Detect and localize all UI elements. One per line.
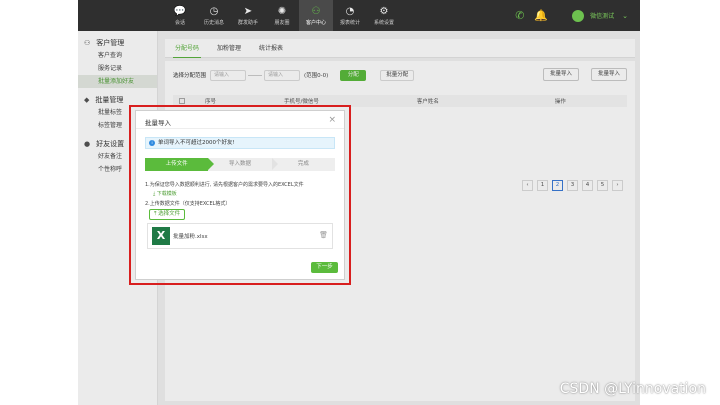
info-icon: i: [149, 140, 155, 146]
close-icon[interactable]: ×: [328, 115, 336, 125]
download-template-link[interactable]: ⤓ 下载模板: [153, 190, 177, 197]
modal-divider: [136, 128, 344, 129]
step-import-data: 导入数据: [208, 158, 279, 171]
instruction-1: 1.为保证您导入数据顺利进行, 请先根据客户的需求要导入的EXCEL文件: [145, 182, 304, 188]
import-steps: 上传文件 导入数据 完成: [145, 158, 335, 171]
nav-item-label: 报表统计: [339, 19, 360, 26]
next-step-button[interactable]: 下一步: [311, 262, 338, 273]
chat-icon: 💬: [173, 5, 187, 17]
chevron-down-icon[interactable]: ⌄: [622, 12, 628, 20]
choose-file-button[interactable]: ⤒ 选择文件: [149, 209, 186, 220]
batch-import-modal: 批量导入 × i 单词导入不可超过2000个好友! 上传文件 导入数据 完成 1…: [136, 111, 344, 279]
nav-item-label: 朋友圈: [274, 19, 290, 26]
trash-icon[interactable]: 🗑: [319, 231, 328, 239]
excel-file-icon: X: [152, 227, 170, 245]
top-right-area: ✆ 🔔 微信测试 ⌄: [515, 0, 640, 31]
main-nav: 💬 会话 ◷ 历史消息 ➤ 群发助手 ✺ 朋友圈 ⚇ 客户中心 ◔ 报表统计 ⚙ 系统设置: [163, 0, 401, 31]
nav-item-4[interactable]: ⚇ 客户中心: [299, 0, 333, 31]
nav-item-2[interactable]: ➤ 群发助手: [231, 0, 265, 31]
nav-item-1[interactable]: ◷ 历史消息: [197, 0, 231, 31]
file-name: 批量加粉.xlsx: [173, 234, 208, 240]
top-navigation-bar: 💬 会话 ◷ 历史消息 ➤ 群发助手 ✺ 朋友圈 ⚇ 客户中心 ◔ 报表统计 ⚙ 系统设置 ✆ 🔔 微信测…: [78, 0, 640, 31]
nav-item-0[interactable]: 💬 会话: [163, 0, 197, 31]
instruction-2: 2.上传数据文件（仅支持EXCEL格式）: [145, 201, 231, 207]
watermark: CSDN @LYinnovation: [559, 381, 706, 397]
avatar[interactable]: [572, 9, 585, 22]
nav-item-6[interactable]: ⚙ 系统设置: [367, 0, 401, 31]
nav-item-5[interactable]: ◔ 报表统计: [333, 0, 367, 31]
phone-icon[interactable]: ✆: [515, 9, 524, 22]
user-name[interactable]: 微信测试: [590, 11, 614, 20]
limit-notice-text: 单词导入不可超过2000个好友!: [158, 140, 235, 146]
chart-icon: ◔: [345, 5, 355, 17]
step-upload-file: 上传文件: [145, 158, 215, 171]
nav-item-label: 客户中心: [305, 19, 326, 26]
clock-icon: ◷: [209, 5, 219, 17]
modal-title: 批量导入: [145, 119, 171, 127]
aperture-icon: ✺: [277, 5, 287, 17]
nav-item-label: 群发助手: [237, 19, 258, 26]
nav-item-label: 系统设置: [373, 19, 394, 26]
nav-item-3[interactable]: ✺ 朋友圈: [265, 0, 299, 31]
bell-icon[interactable]: 🔔: [534, 9, 548, 22]
gear-icon: ⚙: [379, 5, 389, 17]
uploaded-file-item: X 批量加粉.xlsx 🗑: [147, 223, 333, 249]
nav-item-label: 会话: [174, 19, 185, 26]
limit-notice: i 单词导入不可超过2000个好友!: [145, 137, 335, 149]
nav-item-label: 历史消息: [203, 19, 224, 26]
users-icon: ⚇: [311, 5, 321, 17]
step-finish: 完成: [271, 158, 335, 171]
send-icon: ➤: [243, 5, 253, 17]
